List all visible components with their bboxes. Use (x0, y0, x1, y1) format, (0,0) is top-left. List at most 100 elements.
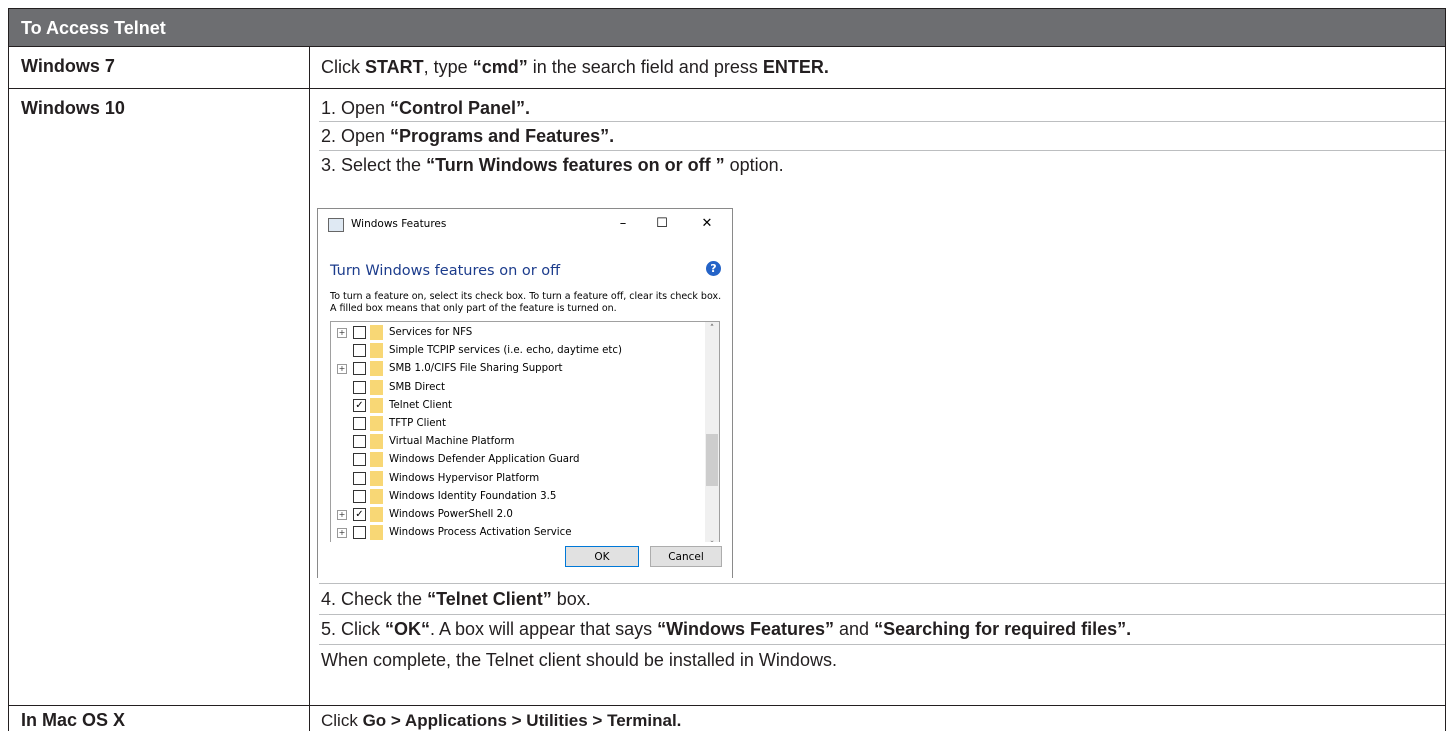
scrollbar[interactable]: ˄ ˅ (705, 322, 719, 553)
step-1: 1. Open “Control Panel”. (321, 98, 530, 119)
text: 3. Select the (321, 155, 427, 175)
row-label: Windows 7 (21, 56, 115, 76)
expand-icon[interactable]: + (337, 510, 347, 520)
cancel-button[interactable]: Cancel (650, 546, 722, 567)
feature-checkbox[interactable] (353, 489, 366, 503)
help-icon[interactable]: ? (706, 261, 721, 276)
text-bold: START (365, 57, 424, 77)
feature-checkbox[interactable] (353, 435, 366, 449)
text-bold: “Turn Windows features on or off ” (426, 155, 725, 175)
dialog-titlebar[interactable]: Windows Features – ☐ ✕ (318, 209, 732, 239)
table-header: To Access Telnet (8, 8, 1446, 47)
feature-checkbox[interactable] (353, 453, 366, 467)
dialog-footer: OK Cancel (318, 542, 732, 577)
feature-name: SMB Direct (389, 381, 445, 393)
text-bold: “Telnet Client” (427, 589, 552, 609)
feature-checkbox[interactable] (353, 526, 366, 540)
divider (319, 583, 1445, 584)
text: box. (551, 589, 591, 609)
feature-item[interactable]: ✓ Telnet Client (331, 397, 701, 414)
row-label-cell: Windows 7 (9, 47, 310, 88)
feature-name: Services for NFS (389, 327, 473, 338)
feature-item[interactable]: Windows Identity Foundation 3.5 (331, 488, 701, 505)
folder-icon (370, 343, 383, 359)
feature-name: TFTP Client (389, 418, 447, 429)
feature-name: Virtual Machine Platform (389, 436, 515, 448)
feature-item[interactable]: + Windows Process Activation Service (331, 524, 701, 541)
folder-icon (370, 361, 383, 377)
feature-checkbox[interactable] (353, 326, 366, 339)
feature-item[interactable]: Simple TCPIP services (i.e. echo, daytim… (331, 342, 701, 359)
feature-item[interactable]: TFTP Client (331, 415, 701, 432)
expand-icon[interactable]: + (337, 328, 347, 338)
dialog-heading: Turn Windows features on or off (330, 263, 561, 279)
feature-item[interactable]: SMB Direct (331, 379, 701, 396)
row-label: Windows 10 (21, 98, 125, 118)
text: in the search field and press (527, 57, 763, 77)
feature-checkbox[interactable] (353, 362, 366, 376)
text: option. (724, 155, 784, 175)
folder-icon (370, 452, 383, 468)
feature-name: Windows Identity Foundation 3.5 (389, 490, 557, 502)
win7-instruction: Click START, type “cmd” in the search fi… (321, 57, 829, 78)
table-row-mac: In Mac OS X Click Go > Applications > Ut… (8, 706, 1446, 731)
feature-checkbox[interactable] (353, 471, 366, 485)
feature-list[interactable]: ˄ ˅ + Services for NFS Simple TCPIP servic… (330, 321, 720, 554)
divider (319, 614, 1445, 615)
step-5: 5. Click “OK“. A box will appear that sa… (321, 619, 1131, 640)
scrollbar-thumb[interactable] (706, 434, 718, 486)
feature-name: Windows Hypervisor Platform (389, 472, 540, 484)
text: 5. Click (321, 619, 386, 639)
mac-instruction: Click Go > Applications > Utilities > Te… (321, 711, 681, 731)
row-label: In Mac OS X (21, 710, 126, 730)
scroll-up-icon[interactable]: ˄ (706, 323, 718, 335)
row-label-cell: Windows 10 (9, 89, 310, 705)
feature-checkbox[interactable] (353, 344, 366, 358)
text: 1. Open (321, 98, 391, 118)
text: 2. Open (321, 126, 391, 146)
feature-name: SMB 1.0/CIFS File Sharing Support (389, 363, 563, 375)
feature-item[interactable]: + SMB 1.0/CIFS File Sharing Support (331, 360, 701, 377)
dialog-body: Turn Windows features on or off ? To tur… (318, 239, 732, 579)
text: 4. Check the (321, 589, 428, 609)
feature-name: Simple TCPIP services (i.e. echo, daytim… (389, 345, 622, 357)
table-row-windows-7: Windows 7 Click START, type “cmd” in the… (8, 47, 1446, 89)
window-icon (328, 218, 344, 232)
ok-button[interactable]: OK (565, 546, 639, 567)
folder-icon (370, 416, 383, 431)
text-bold: “Programs and Features”. (390, 126, 615, 146)
feature-item[interactable]: + ✓ Windows PowerShell 2.0 (331, 506, 701, 523)
text: Click (321, 57, 365, 77)
feature-name: Windows PowerShell 2.0 (389, 509, 513, 520)
feature-checkbox[interactable]: ✓ (353, 398, 366, 412)
text: . A box will appear that says (430, 619, 658, 639)
folder-icon (370, 434, 383, 450)
feature-checkbox[interactable] (353, 380, 366, 394)
feature-item[interactable]: Windows Hypervisor Platform (331, 470, 701, 487)
feature-item[interactable]: + Services for NFS (331, 324, 701, 341)
expand-icon[interactable]: + (337, 364, 347, 375)
text-bold: “Windows Features” (657, 619, 835, 639)
text-bold: “Searching for required files”. (874, 619, 1132, 639)
windows-features-dialog: Windows Features – ☐ ✕ Turn Windows feat… (317, 208, 733, 579)
maximize-button[interactable]: ☐ (651, 214, 673, 234)
feature-item[interactable]: Windows Defender Application Guard (331, 451, 701, 468)
text: , type (423, 57, 473, 77)
step-2: 2. Open “Programs and Features”. (321, 126, 614, 147)
feature-name: Windows Process Activation Service (389, 527, 572, 539)
divider (319, 150, 1445, 151)
table-title: To Access Telnet (21, 18, 166, 38)
expand-icon[interactable]: + (337, 528, 347, 539)
feature-checkbox[interactable]: ✓ (353, 508, 366, 521)
folder-icon (370, 397, 383, 413)
feature-checkbox[interactable] (353, 417, 366, 430)
close-button[interactable]: ✕ (696, 214, 718, 234)
step-5-note: When complete, the Telnet client should … (321, 650, 837, 670)
minimize-button[interactable]: – (612, 214, 634, 234)
feature-item[interactable]: Virtual Machine Platform (331, 433, 701, 450)
feature-name: Telnet Client (389, 399, 453, 411)
row-label-cell: In Mac OS X (9, 706, 310, 731)
folder-icon (370, 379, 383, 395)
text: and (834, 619, 875, 639)
divider (319, 121, 1445, 122)
